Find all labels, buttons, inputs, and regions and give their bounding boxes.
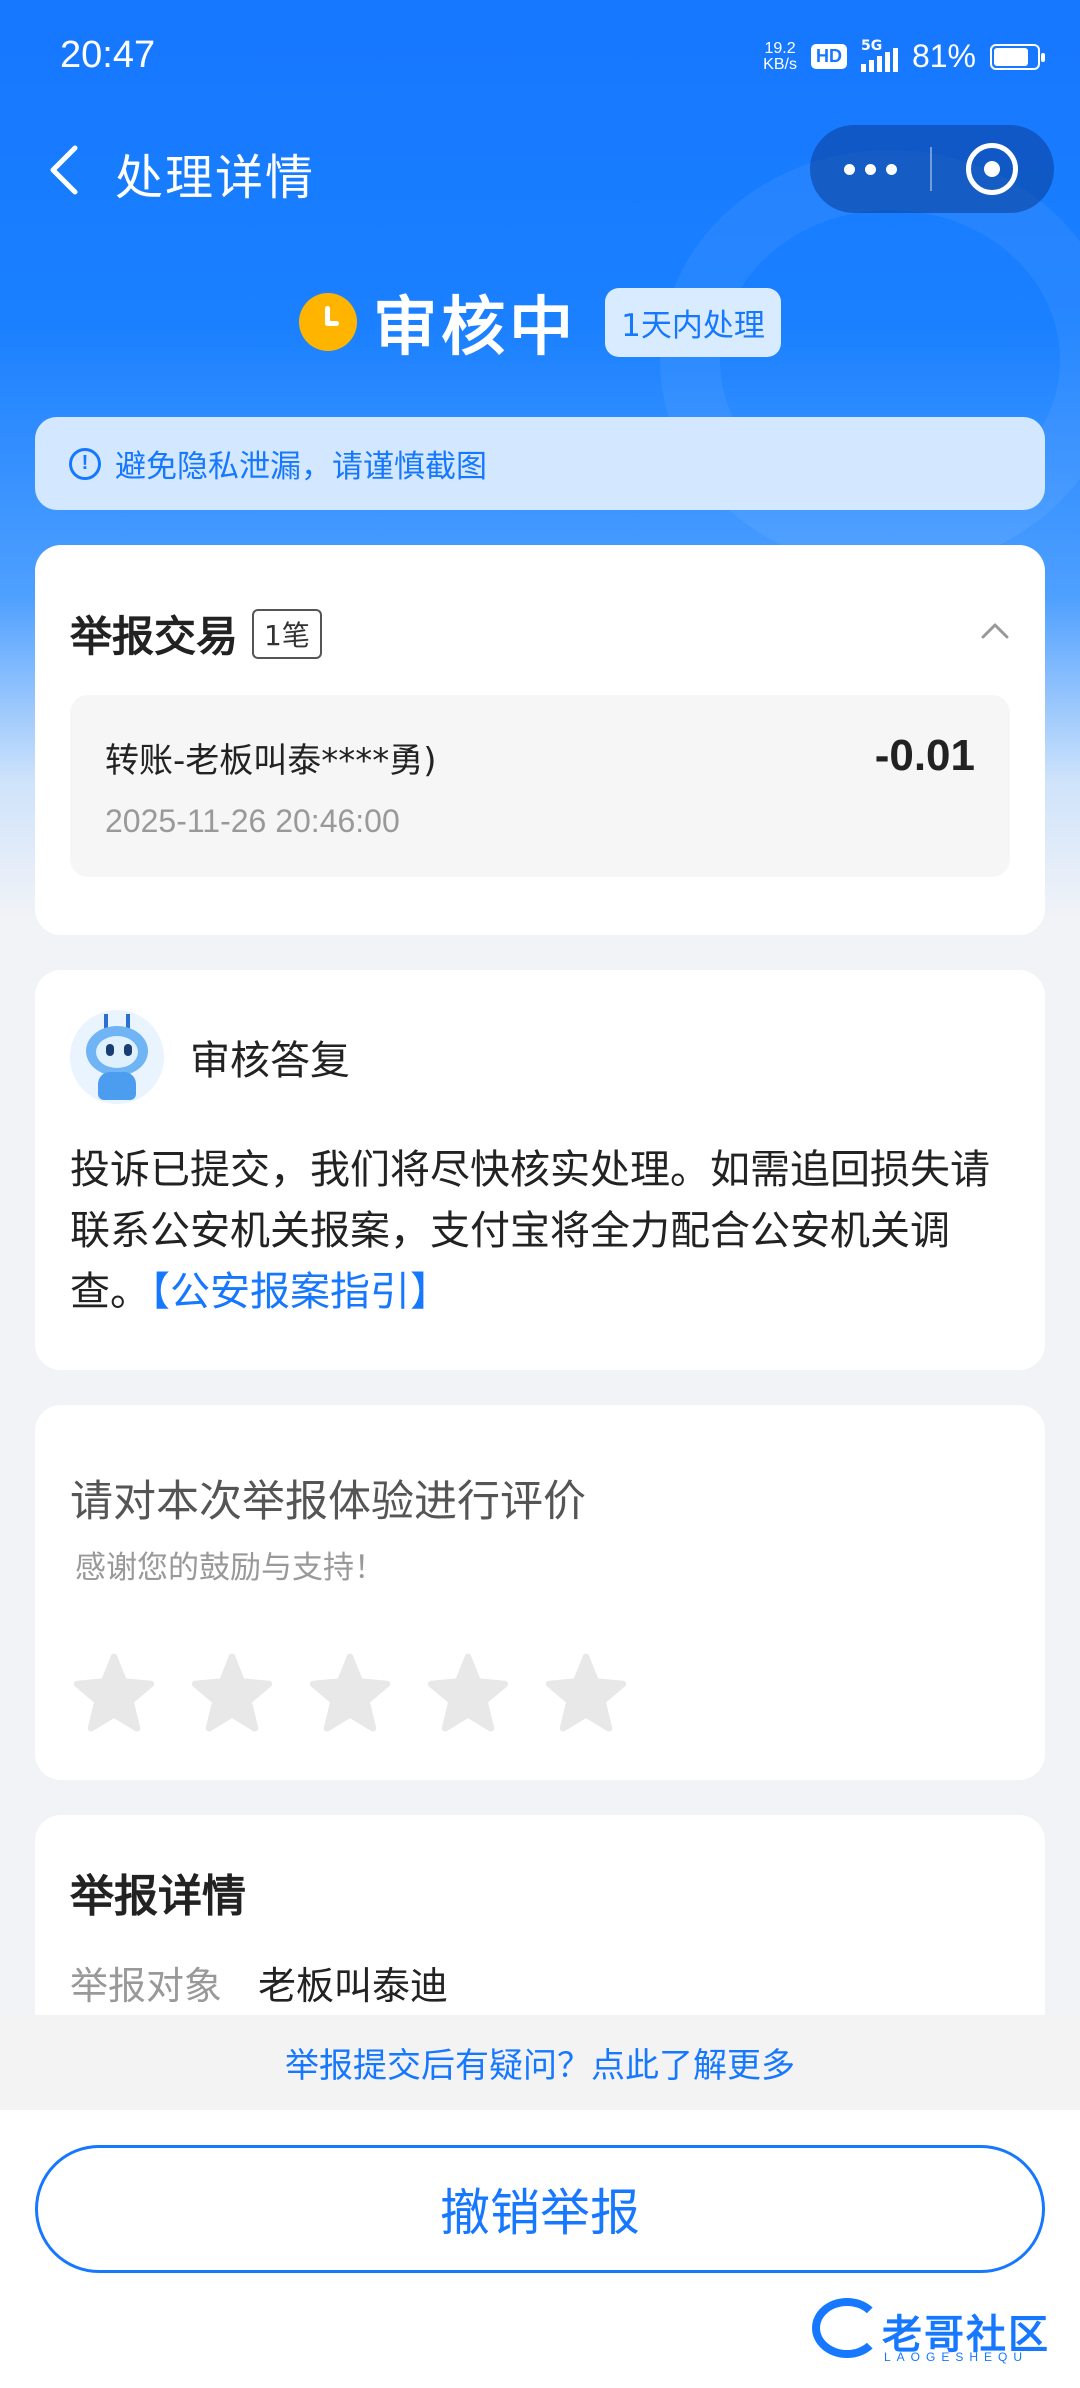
star-icon[interactable] (191, 1653, 273, 1733)
rating-subtitle: 感谢您的鼓励与支持！ (75, 1550, 385, 1586)
info-icon: ! (69, 447, 101, 480)
page: 20:47 19.2 KB/s HD 5G 81% 处理详情 审核中 1天内处理… (0, 0, 1080, 2388)
back-button[interactable] (30, 134, 100, 206)
star-icon[interactable] (309, 1653, 391, 1733)
transaction-name: 转账-老板叫泰****勇) (105, 741, 437, 781)
detail-value: 老板叫泰迪 (258, 1964, 449, 2008)
rating-card: 请对本次举报体验进行评价 感谢您的鼓励与支持！ (35, 1405, 1045, 1780)
network-type: 5G (860, 37, 883, 54)
clock-icon (299, 293, 358, 351)
detail-label: 举报对象 (70, 1964, 223, 2008)
back-arrow-icon (50, 145, 78, 195)
reply-title: 审核答复 (190, 1038, 350, 1084)
network-speed-unit: KB/s (763, 55, 797, 73)
more-button[interactable] (810, 125, 930, 213)
rating-title: 请对本次举报体验进行评价 (70, 1477, 586, 1527)
status-bar: 20:47 19.2 KB/s HD 5G 81% (0, 0, 1080, 120)
transaction-count-badge: 1笔 (252, 608, 322, 659)
transaction-time: 2025-11-26 20:46:00 (105, 803, 400, 839)
bottom-action-panel: 撤销举报 老哥社区 LAOGESHEQU (0, 2110, 1080, 2388)
status-icons: 19.2 KB/s HD 5G 81% (763, 38, 1045, 75)
watermark-swirl-icon (812, 2298, 882, 2358)
reply-header: 审核答复 (70, 1010, 350, 1104)
help-link[interactable]: 举报提交后有疑问？点此了解更多 (0, 2015, 1080, 2110)
watermark-logo: 老哥社区 LAOGESHEQU (812, 2290, 1062, 2370)
battery-percent: 81% (911, 38, 976, 74)
mini-program-capsule (810, 125, 1054, 213)
reported-transaction-card: 举报交易 1笔 转账-老板叫泰****勇) -0.01 2025-11-26 2… (35, 545, 1045, 935)
privacy-notice: ! 避免隐私泄漏，请谨慎截图 (35, 417, 1045, 510)
signal-icon: 5G (860, 38, 898, 72)
review-reply-card: 审核答复 投诉已提交，我们将尽快核实处理。如需追回损失请联系公安机关报案，支付宝… (35, 970, 1045, 1370)
detail-row: 举报对象 老板叫泰迪 (70, 1955, 448, 2010)
chevron-up-icon[interactable] (980, 615, 1010, 645)
target-icon (966, 143, 1018, 195)
police-report-guide-link[interactable]: 【公安报案指引】 (150, 1269, 450, 1315)
battery-icon (990, 43, 1045, 70)
review-status: 审核中 1天内处理 (0, 282, 1080, 365)
hd-icon: HD (810, 44, 847, 69)
battery-level (994, 47, 1029, 66)
status-badge: 1天内处理 (605, 287, 781, 357)
close-mini-program-button[interactable] (932, 125, 1052, 213)
network-speed-value: 19.2 (764, 39, 796, 57)
avatar (70, 1010, 164, 1104)
transaction-card-title: 举报交易 (70, 612, 239, 661)
privacy-notice-text: 避免隐私泄漏，请谨慎截图 (115, 449, 487, 485)
star-icon[interactable] (545, 1653, 627, 1733)
watermark-subtext: LAOGESHEQU (884, 2350, 1029, 2364)
nav-bar: 处理详情 (0, 120, 1080, 220)
star-icon[interactable] (73, 1653, 155, 1733)
cancel-report-button[interactable]: 撤销举报 (35, 2145, 1045, 2273)
transaction-item[interactable]: 转账-老板叫泰****勇) -0.01 2025-11-26 20:46:00 (70, 695, 1010, 877)
status-text: 审核中 (373, 291, 578, 365)
reply-body: 投诉已提交，我们将尽快核实处理。如需追回损失请联系公安机关报案，支付宝将全力配合… (70, 1140, 1015, 1323)
status-time: 20:47 (60, 34, 156, 76)
network-speed: 19.2 KB/s (763, 39, 797, 73)
star-rating (73, 1653, 627, 1733)
transaction-amount: -0.01 (874, 731, 975, 780)
more-dots-icon (843, 163, 855, 175)
star-icon[interactable] (427, 1653, 509, 1733)
detail-title: 举报详情 (70, 1871, 246, 1922)
transaction-card-header[interactable]: 举报交易 1笔 (70, 603, 322, 664)
page-title: 处理详情 (115, 150, 316, 206)
